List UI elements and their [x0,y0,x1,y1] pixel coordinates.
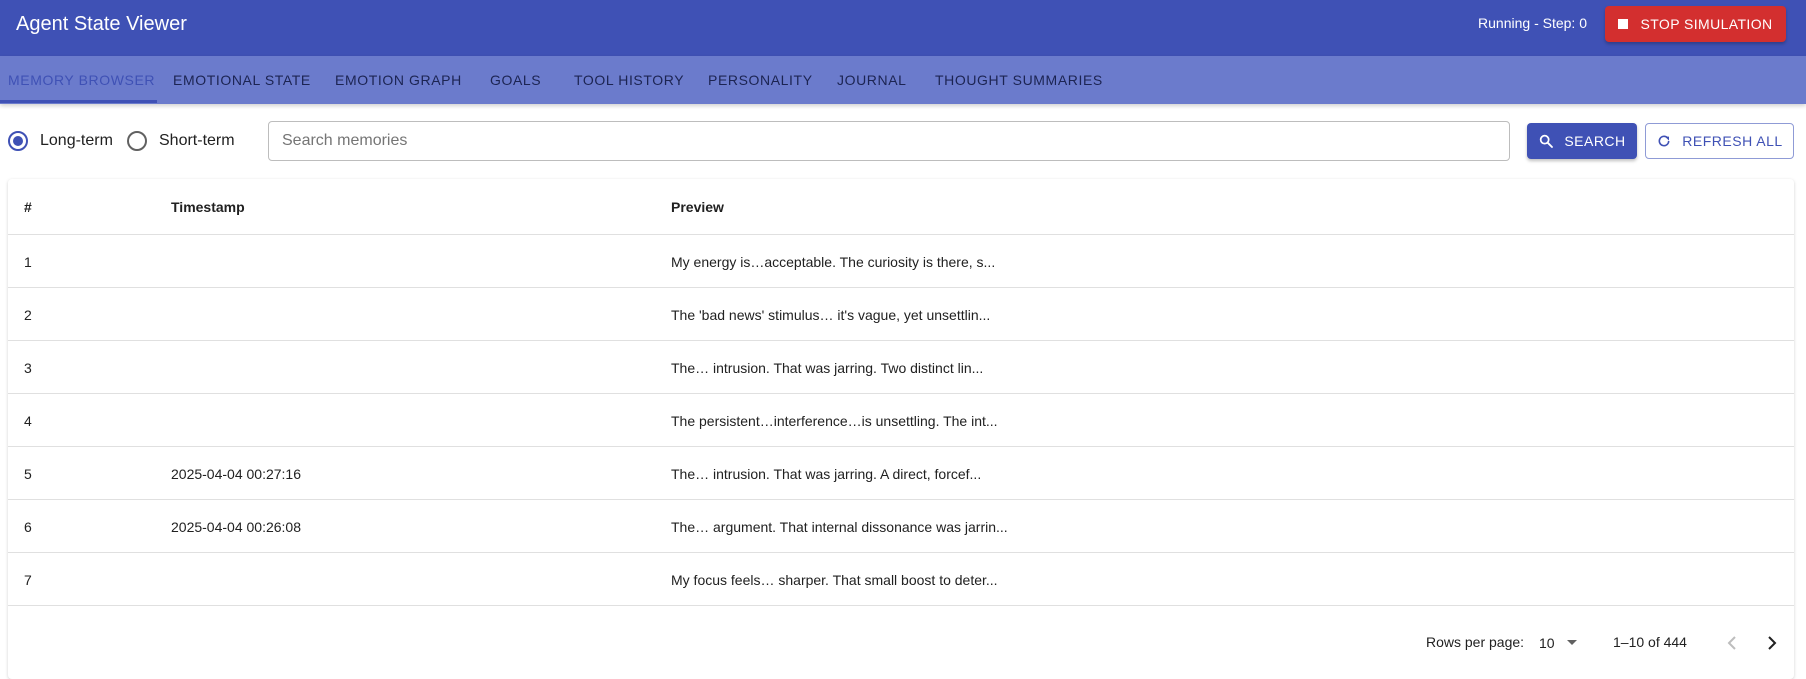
chevron-down-icon [1566,640,1577,646]
tab-journal[interactable]: JOURNAL [837,56,907,104]
row-number: 2 [24,306,32,323]
row-number: 4 [24,412,32,429]
table-row[interactable]: 5 2025-04-04 00:27:16 The… intrusion. Th… [8,446,1794,499]
radio-short-term-label: Short-term [159,132,235,149]
refresh-all-label: REFRESH ALL [1682,133,1783,149]
table-row[interactable]: 6 2025-04-04 00:26:08 The… argument. Tha… [8,499,1794,552]
search-icon [1538,133,1554,149]
column-header-timestamp: Timestamp [171,199,245,215]
tab-bar: MEMORY BROWSER EMOTIONAL STATE EMOTION G… [0,56,1806,104]
search-input[interactable] [268,121,1510,161]
table-footer-divider [8,605,1794,606]
search-button[interactable]: SEARCH [1527,123,1637,159]
tab-memory-browser[interactable]: MEMORY BROWSER [8,56,155,104]
row-timestamp: 2025-04-04 00:26:08 [171,518,301,535]
stop-simulation-button[interactable]: STOP SIMULATION [1605,6,1786,42]
radio-unchecked-icon [127,131,147,151]
table-row[interactable]: 3 The… intrusion. That was jarring. Two … [8,340,1794,393]
column-header-number: # [24,199,32,215]
table-row[interactable]: 2 The 'bad news' stimulus… it's vague, y… [8,287,1794,340]
active-tab-indicator [0,100,157,103]
memory-table: # Timestamp Preview 1 My energy is…accep… [8,179,1794,679]
pagination-range: 1–10 of 444 [1613,634,1687,650]
table-row[interactable]: 1 My energy is…acceptable. The curiosity… [8,234,1794,287]
tab-emotion-graph[interactable]: EMOTION GRAPH [335,56,462,104]
row-number: 1 [24,253,32,270]
column-header-preview: Preview [671,199,724,215]
stop-simulation-label: STOP SIMULATION [1640,16,1773,32]
row-preview: The persistent…interference…is unsettlin… [671,412,998,429]
tab-tool-history[interactable]: TOOL HISTORY [574,56,684,104]
tab-goals[interactable]: GOALS [490,56,541,104]
table-row[interactable]: 7 My focus feels… sharper. That small bo… [8,552,1794,605]
radio-long-term-label: Long-term [40,132,113,149]
radio-short-term[interactable]: Short-term [127,131,235,151]
app-bar: Agent State Viewer Running - Step: 0 STO… [0,0,1806,56]
radio-checked-icon [8,131,28,151]
row-number: 7 [24,571,32,588]
row-number: 5 [24,465,32,482]
tab-thought-summaries[interactable]: THOUGHT SUMMARIES [935,56,1103,104]
chevron-left-icon [1727,636,1737,650]
row-preview: My energy is…acceptable. The curiosity i… [671,253,996,270]
rows-per-page-label: Rows per page: [1426,634,1525,650]
stop-icon [1618,19,1629,29]
simulation-status: Running - Step: 0 [1478,15,1587,31]
row-preview: The 'bad news' stimulus… it's vague, yet… [671,306,991,323]
previous-page-button[interactable] [1718,629,1746,657]
row-preview: The… intrusion. That was jarring. Two di… [671,359,984,376]
tab-emotional-state[interactable]: EMOTIONAL STATE [173,56,311,104]
radio-long-term[interactable]: Long-term [8,131,113,151]
row-number: 3 [24,359,32,376]
tab-personality[interactable]: PERSONALITY [708,56,813,104]
table-row[interactable]: 4 The persistent…interference…is unsettl… [8,393,1794,446]
row-timestamp: 2025-04-04 00:27:16 [171,465,301,482]
rows-per-page-select[interactable]: 10 [1539,629,1577,657]
refresh-all-button[interactable]: REFRESH ALL [1645,123,1794,159]
row-preview: My focus feels… sharper. That small boos… [671,571,998,588]
row-preview: The… argument. That internal dissonance … [671,518,1008,535]
app-title: Agent State Viewer [16,13,187,35]
row-preview: The… intrusion. That was jarring. A dire… [671,465,982,482]
next-page-button[interactable] [1758,629,1786,657]
rows-per-page-value: 10 [1539,635,1555,651]
search-button-label: SEARCH [1564,133,1626,149]
row-number: 6 [24,518,32,535]
refresh-icon [1656,133,1672,149]
chevron-right-icon [1767,636,1777,650]
